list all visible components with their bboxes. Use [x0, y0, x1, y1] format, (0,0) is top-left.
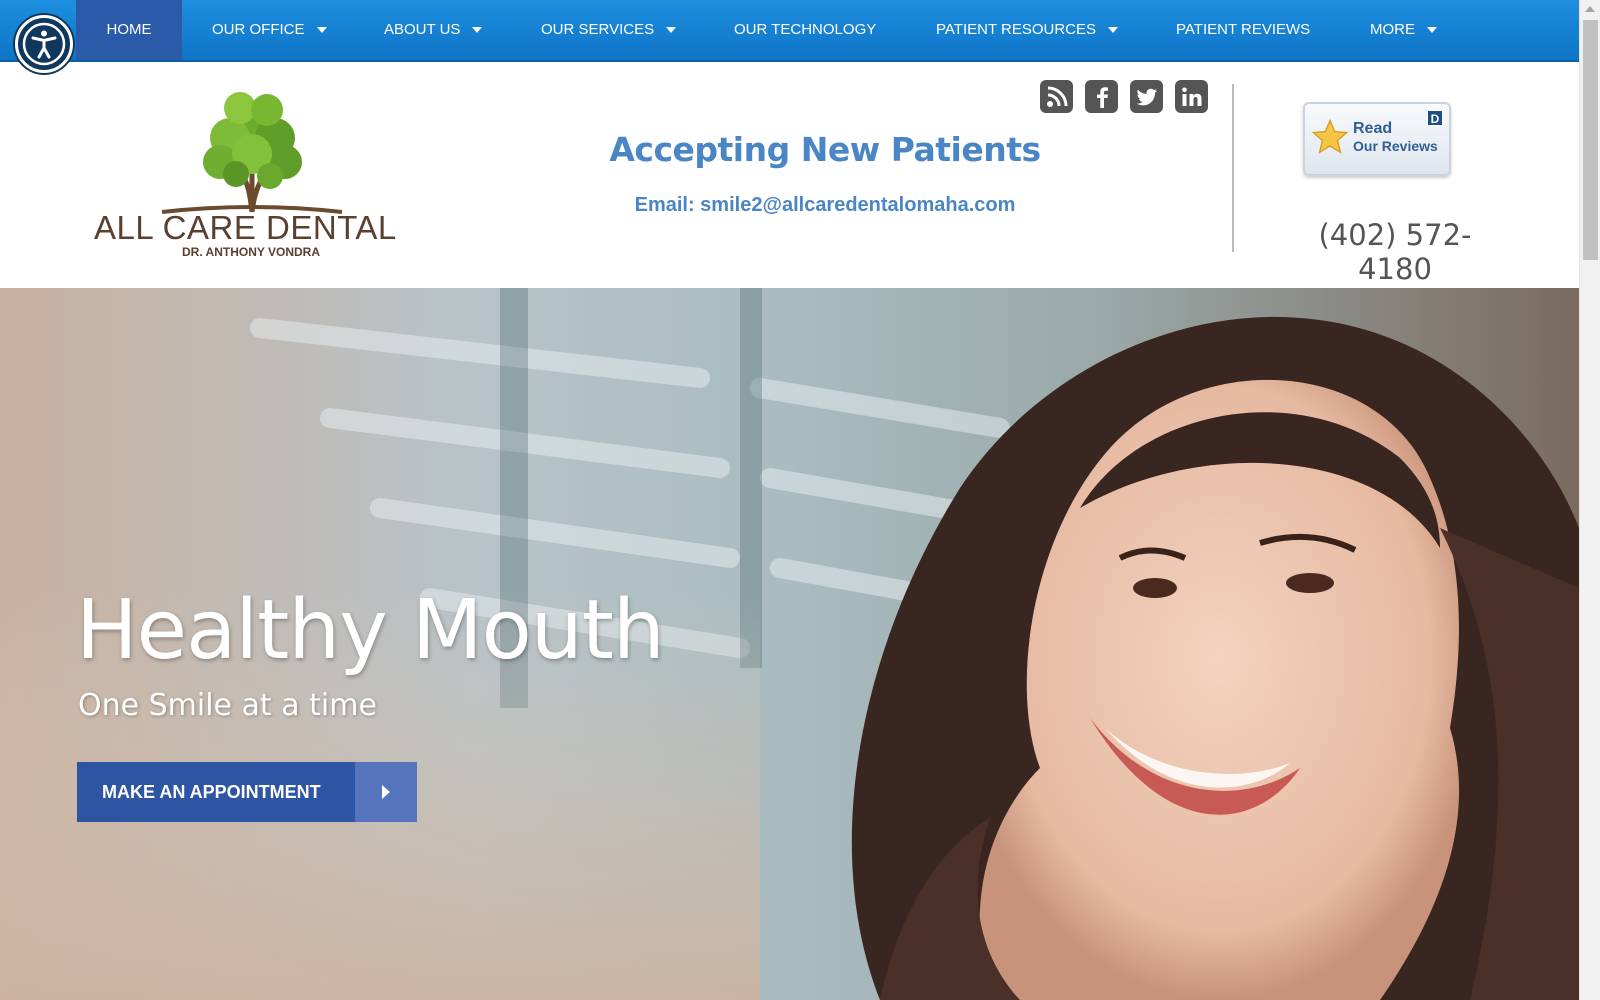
chevron-down-icon [1108, 27, 1119, 33]
accessibility-button[interactable] [15, 15, 73, 73]
nav-home-label: HOME [106, 21, 152, 38]
facebook-icon [1096, 86, 1108, 108]
hero-banner: Healthy Mouth One Smile at a time MAKE A… [0, 288, 1579, 1000]
nav-home[interactable]: HOME [76, 0, 182, 60]
main-nav: HOME OUR OFFICE ABOUT US OUR SERVICES OU… [0, 0, 1579, 62]
hero-title: Healthy Mouth [76, 583, 665, 678]
nav-more[interactable]: MORE [1370, 0, 1437, 60]
chevron-down-icon [666, 27, 677, 33]
nav-our-technology[interactable]: OUR TECHNOLOGY [734, 0, 876, 60]
twitter-link[interactable] [1130, 80, 1163, 113]
header-divider [1232, 84, 1234, 252]
twitter-icon [1136, 88, 1157, 105]
facebook-link[interactable] [1085, 80, 1118, 113]
page-scrollbar[interactable] [1579, 0, 1600, 1000]
phone-number[interactable]: (402) 572-4180 [1290, 218, 1500, 286]
nav-patient-resources-label: PATIENT RESOURCES [936, 21, 1097, 38]
scroll-up-arrow-icon[interactable] [1585, 6, 1595, 12]
nav-about-us-label: ABOUT US [384, 21, 461, 38]
email-link[interactable]: Email: smile2@allcaredentalomaha.com [520, 194, 1130, 217]
nav-our-services-label: OUR SERVICES [541, 21, 655, 38]
star-icon [1311, 118, 1349, 154]
nav-patient-resources[interactable]: PATIENT RESOURCES [936, 0, 1119, 60]
hero-subtitle: One Smile at a time [78, 688, 377, 723]
scrollbar-thumb[interactable] [1583, 20, 1598, 260]
logo-subtitle: DR. ANTHONY VONDRA [181, 245, 320, 259]
linkedin-link[interactable] [1175, 80, 1208, 113]
site-header: ALL CARE DENTAL DR. ANTHONY VONDRA Accep… [0, 62, 1579, 288]
reviews-badge-mark: D [1427, 110, 1443, 126]
arrow-right-icon [355, 762, 417, 822]
nav-patient-reviews[interactable]: PATIENT REVIEWS [1176, 0, 1310, 60]
nav-patient-reviews-label: PATIENT REVIEWS [1176, 21, 1311, 38]
chevron-down-icon [472, 27, 483, 33]
nav-our-services[interactable]: OUR SERVICES [541, 0, 677, 60]
make-appointment-label: MAKE AN APPOINTMENT [102, 782, 321, 802]
reviews-badge-line2: Our Reviews [1353, 138, 1438, 154]
read-reviews-badge[interactable]: Read Our Reviews D [1303, 102, 1451, 176]
chevron-down-icon [1427, 27, 1437, 33]
reviews-badge-line1: Read [1353, 120, 1393, 137]
logo-name: ALL CARE DENTAL [94, 209, 397, 246]
nav-more-label: MORE [1370, 21, 1415, 38]
linkedin-icon [1181, 87, 1201, 106]
rss-link[interactable] [1040, 80, 1073, 113]
nav-our-office[interactable]: OUR OFFICE [212, 0, 327, 60]
nav-about-us[interactable]: ABOUT US [384, 0, 483, 60]
nav-our-technology-label: OUR TECHNOLOGY [734, 21, 877, 38]
make-appointment-button[interactable]: MAKE AN APPOINTMENT [77, 762, 417, 822]
chevron-down-icon [316, 27, 327, 33]
rss-icon [1046, 86, 1067, 107]
accepting-new-patients: Accepting New Patients [609, 130, 1041, 169]
nav-our-office-label: OUR OFFICE [212, 21, 305, 38]
accessibility-person-icon [22, 22, 66, 66]
